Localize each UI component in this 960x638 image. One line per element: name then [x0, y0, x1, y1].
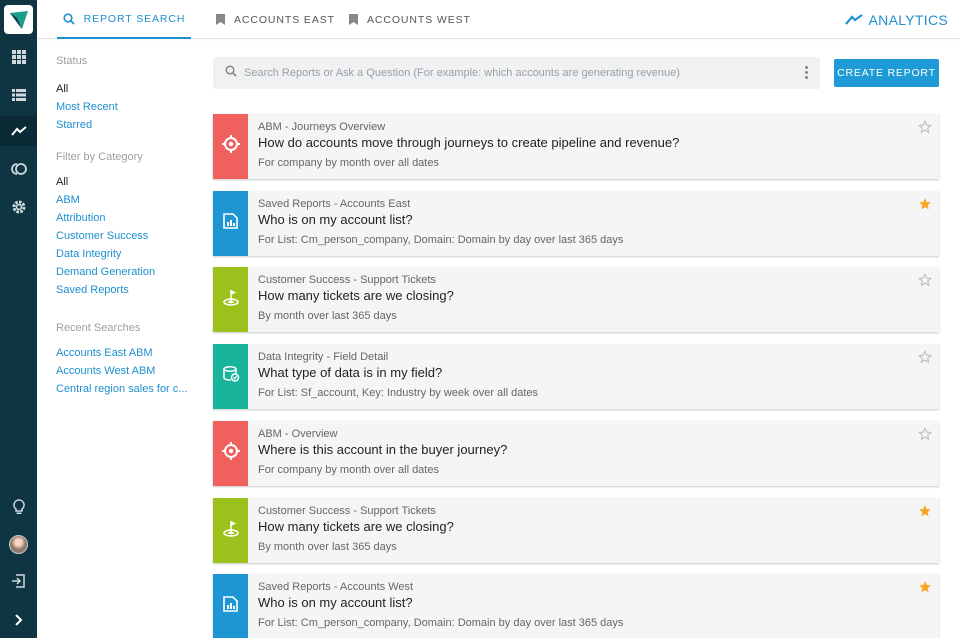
report-category: Data Integrity - Field Detail: [258, 351, 389, 364]
tab-label: REPORT SEARCH: [83, 12, 186, 25]
report-chart-icon: [222, 595, 240, 618]
analytics-label: ANALYTICS: [868, 11, 948, 28]
star-filled-icon[interactable]: [918, 197, 932, 216]
report-description: By month over last 365 days: [258, 540, 397, 553]
category-stripe: [213, 420, 248, 486]
report-category: ABM - Journeys Overview: [258, 121, 386, 133]
report-question: How do accounts move through journeys to…: [258, 135, 680, 150]
top-bar: REPORT SEARCH ACCOUNTS EAST ACCOUNTS WES…: [37, 0, 960, 39]
star-filled-icon[interactable]: [918, 580, 932, 599]
search-icon: [63, 12, 75, 25]
category-stripe: [213, 574, 248, 638]
more-options-icon[interactable]: [805, 66, 808, 79]
report-description: By month over last 365 days: [258, 310, 397, 323]
category-stripe: [213, 267, 248, 333]
tab-label: ACCOUNTS WEST: [367, 13, 471, 26]
report-category: Customer Success - Support Tickets: [258, 504, 436, 517]
lightbulb-icon[interactable]: [0, 492, 37, 522]
analytics-title[interactable]: ANALYTICS: [844, 0, 948, 39]
main-content: CREATE REPORT ABM - Journeys Overview Ho…: [213, 57, 939, 638]
category-stripe: [213, 114, 248, 179]
category-stripe: [213, 497, 248, 563]
report-category: Customer Success - Support Tickets: [258, 274, 436, 287]
category-filter-all[interactable]: All: [56, 173, 196, 191]
settings-gear-icon[interactable]: [0, 192, 37, 222]
category-stripe: [213, 190, 248, 256]
category-filter-abm[interactable]: ABM: [56, 191, 196, 209]
app-logo[interactable]: [4, 5, 33, 34]
report-category: Saved Reports - Accounts West: [258, 581, 414, 594]
tab-label: ACCOUNTS EAST: [234, 13, 335, 26]
status-heading: Status: [56, 55, 88, 67]
report-search-bar: [213, 57, 820, 89]
report-chart-icon: [222, 212, 240, 235]
category-filter-data-integrity[interactable]: Data Integrity: [56, 245, 196, 263]
report-description: For List: Cm_person_company, Domain: Dom…: [258, 617, 624, 630]
report-question: What type of data is in my field?: [258, 365, 443, 381]
target-icon: [221, 441, 240, 465]
recent-search-item[interactable]: Central region sales for c...: [56, 380, 196, 398]
status-filter-starred[interactable]: Starred: [56, 116, 196, 134]
star-outline-icon[interactable]: [918, 273, 932, 292]
tab-accounts-west[interactable]: ACCOUNTS WEST: [349, 0, 471, 39]
category-stripe: [213, 344, 248, 410]
report-card[interactable]: Data Integrity - Field Detail What type …: [213, 344, 939, 410]
search-icon: [225, 64, 237, 82]
tab-report-search[interactable]: REPORT SEARCH: [57, 0, 191, 39]
status-filter-most-recent[interactable]: Most Recent: [56, 98, 196, 116]
create-report-button[interactable]: CREATE REPORT: [834, 59, 939, 87]
report-card[interactable]: ABM - Overview Where is this account in …: [213, 420, 939, 486]
journeys-icon[interactable]: [0, 154, 37, 184]
search-input[interactable]: [244, 67, 794, 79]
recent-search-item[interactable]: Accounts West ABM: [56, 362, 196, 380]
star-outline-icon[interactable]: [918, 350, 932, 369]
category-filter-attribution[interactable]: Attribution: [56, 209, 196, 227]
dashboard-grid-icon[interactable]: [0, 42, 37, 72]
star-outline-icon[interactable]: [918, 426, 932, 446]
left-rail: [0, 0, 37, 638]
recent-searches-heading: Recent Searches: [56, 322, 141, 334]
filter-panel: Status All Most Recent Starred Filter by…: [56, 52, 196, 398]
report-question: Where is this account in the buyer journ…: [258, 441, 508, 457]
star-outline-icon[interactable]: [918, 120, 932, 139]
bookmark-icon: [216, 14, 225, 25]
flag-target-icon: [222, 519, 240, 542]
report-description: For List: Cm_person_company, Domain: Dom…: [258, 233, 624, 246]
status-filter-all[interactable]: All: [56, 80, 196, 98]
report-question: How many tickets are we closing?: [258, 518, 454, 534]
category-filter-demand-generation[interactable]: Demand Generation: [56, 263, 196, 281]
expand-chevron-icon[interactable]: [0, 604, 37, 636]
report-description: For company by month over all dates: [258, 463, 439, 476]
report-question: Who is on my account list?: [258, 211, 413, 227]
report-card[interactable]: ABM - Journeys Overview How do accounts …: [213, 114, 939, 179]
report-card[interactable]: Customer Success - Support Tickets How m…: [213, 497, 939, 563]
logout-icon[interactable]: [0, 566, 37, 596]
flag-target-icon: [222, 288, 240, 311]
report-category: Saved Reports - Accounts East: [258, 197, 411, 210]
star-filled-icon[interactable]: [918, 504, 932, 523]
analytics-icon[interactable]: [0, 116, 37, 146]
recent-search-item[interactable]: Accounts East ABM: [56, 344, 196, 362]
report-description: For company by month over all dates: [258, 157, 439, 169]
tab-accounts-east[interactable]: ACCOUNTS EAST: [216, 0, 335, 39]
report-card[interactable]: Customer Success - Support Tickets How m…: [213, 267, 939, 333]
report-category: ABM - Overview: [258, 427, 338, 440]
report-card[interactable]: Saved Reports - Accounts West Who is on …: [213, 574, 939, 638]
report-question: Who is on my account list?: [258, 595, 413, 611]
report-card[interactable]: Saved Reports - Accounts East Who is on …: [213, 190, 939, 256]
category-heading: Filter by Category: [56, 151, 143, 163]
target-icon: [221, 135, 240, 158]
database-check-icon: [222, 365, 240, 388]
trend-line-icon: [844, 12, 869, 28]
list-icon[interactable]: [0, 80, 37, 110]
report-question: How many tickets are we closing?: [258, 288, 454, 304]
category-filter-saved-reports[interactable]: Saved Reports: [56, 281, 196, 299]
category-filter-customer-success[interactable]: Customer Success: [56, 227, 196, 245]
user-avatar[interactable]: [0, 529, 37, 559]
report-description: For List: Sf_account, Key: Industry by w…: [258, 387, 539, 400]
bookmark-icon: [349, 14, 358, 25]
